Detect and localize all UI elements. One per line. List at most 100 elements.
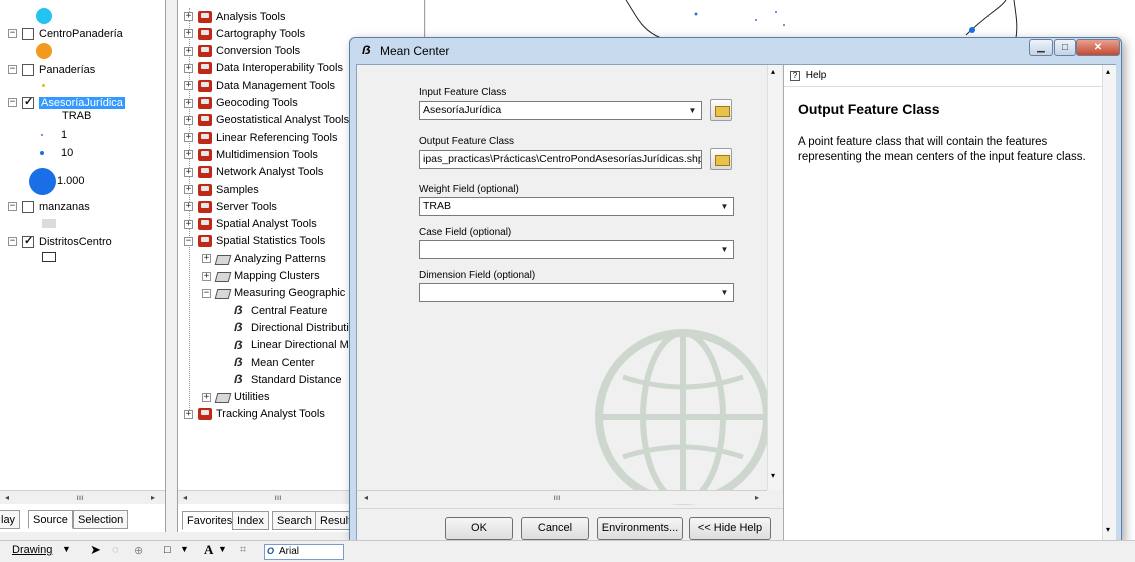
weight-field-select[interactable]: TRAB ▼	[419, 197, 734, 216]
edit-vertices-icon[interactable]: ⌗	[240, 544, 246, 557]
layer-visibility-checkbox[interactable]	[22, 27, 34, 40]
chevron-down-icon[interactable]: ▼	[62, 544, 71, 554]
browse-output-folder-icon[interactable]	[710, 148, 732, 170]
toolbox-item[interactable]: + Data Management Tools	[184, 77, 335, 94]
toolbox-item[interactable]: + Samples	[184, 181, 259, 198]
expand-icon[interactable]: −	[8, 237, 17, 246]
select-pointer-icon[interactable]: ➤	[90, 542, 101, 558]
expand-icon[interactable]: +	[184, 46, 193, 56]
toolset-item[interactable]: + Mapping Clusters	[202, 268, 320, 285]
expand-icon[interactable]: +	[184, 409, 193, 419]
scroll-down-icon[interactable]: ▾	[1106, 525, 1110, 534]
toolbox-item[interactable]: + Geostatistical Analyst Tools	[184, 112, 349, 129]
chevron-down-icon[interactable]: ▼	[180, 544, 189, 554]
input-feature-class-select[interactable]: AsesoríaJurídica ▼	[419, 101, 702, 120]
expand-icon[interactable]: +	[202, 271, 211, 281]
scroll-right-icon[interactable]: ▸	[146, 491, 160, 505]
vertical-scrollbar[interactable]: ▴ ▾	[767, 65, 781, 490]
chevron-down-icon[interactable]: ▼	[717, 285, 732, 300]
scroll-thumb-icon[interactable]: ııı	[537, 491, 577, 505]
scroll-thumb-icon[interactable]: ııı	[60, 491, 100, 505]
toolbox-item[interactable]: + Server Tools	[184, 198, 277, 215]
output-feature-class-field[interactable]: ipas_practicas\Prácticas\CentroPondAseso…	[419, 150, 702, 169]
scroll-thumb-icon[interactable]: ııı	[258, 491, 298, 505]
layer-name[interactable]: CentroPanadería	[39, 28, 123, 40]
scroll-right-icon[interactable]: ▸	[750, 491, 764, 505]
text-tool-icon[interactable]: A	[204, 542, 213, 558]
help-header[interactable]: ? Help	[784, 65, 1102, 87]
toolbox-item[interactable]: + Analysis Tools	[184, 8, 286, 25]
collapse-icon[interactable]: −	[184, 236, 193, 246]
close-button[interactable]: ✕	[1076, 39, 1120, 56]
expand-icon[interactable]: +	[184, 219, 193, 229]
toc-layer-row[interactable]: − DistritosCentro	[8, 233, 112, 250]
toc-layer-row[interactable]: − manzanas	[8, 198, 90, 215]
layer-visibility-checkbox[interactable]	[22, 234, 34, 248]
tool-item[interactable]: ẞ Directional Distribution	[234, 319, 361, 336]
expand-icon[interactable]: +	[184, 12, 193, 21]
layer-name[interactable]: DistritosCentro	[39, 236, 112, 248]
expand-icon[interactable]: +	[184, 98, 193, 108]
expand-icon[interactable]: −	[8, 98, 17, 107]
scroll-left-icon[interactable]: ◂	[359, 491, 373, 505]
expand-icon[interactable]: +	[202, 254, 211, 264]
toolbox-item[interactable]: + Spatial Analyst Tools	[184, 216, 317, 233]
tab-selection[interactable]: Selection	[73, 510, 129, 529]
tab-display[interactable]: lay	[0, 510, 21, 529]
expand-icon[interactable]: +	[202, 392, 211, 402]
dialog-titlebar[interactable]: ẞ Mean Center ▁ □ ✕	[350, 38, 1121, 64]
expand-icon[interactable]: +	[184, 63, 193, 73]
tool-item[interactable]: ẞ Standard Distance	[234, 371, 342, 388]
expand-icon[interactable]: +	[184, 115, 193, 125]
expand-icon[interactable]: −	[8, 65, 17, 74]
drawing-menu[interactable]: Drawing	[12, 544, 52, 556]
font-name-select[interactable]: O Arial	[264, 544, 344, 560]
cancel-button[interactable]: Cancel	[521, 517, 589, 540]
scroll-left-icon[interactable]: ◂	[0, 491, 14, 505]
tool-item[interactable]: ẞ Mean Center	[234, 354, 315, 371]
toolbox-item[interactable]: + Cartography Tools	[184, 25, 305, 42]
toolbox-item[interactable]: + Network Analyst Tools	[184, 164, 323, 181]
toolbox-item[interactable]: + Geocoding Tools	[184, 95, 298, 112]
tool-item[interactable]: ẞ Linear Directional Mean	[234, 337, 367, 354]
expand-icon[interactable]: +	[184, 150, 193, 160]
toolset-item[interactable]: + Utilities	[202, 389, 269, 406]
horizontal-scrollbar[interactable]: ◂ ııı ▸	[0, 490, 165, 504]
toolbox-item[interactable]: + Conversion Tools	[184, 43, 300, 60]
maximize-button[interactable]: □	[1054, 39, 1076, 56]
tab-source[interactable]: Source	[28, 510, 73, 529]
layer-name[interactable]: AsesoríaJurídica	[39, 96, 125, 109]
toc-layer-row[interactable]: − Panaderías	[8, 61, 95, 78]
scroll-down-icon[interactable]: ▾	[771, 471, 775, 480]
expand-icon[interactable]: +	[184, 185, 193, 194]
zoom-whole-page-icon[interactable]: ⊕	[134, 544, 143, 557]
tab-index[interactable]: Index	[232, 511, 269, 530]
scroll-up-icon[interactable]: ▴	[771, 67, 775, 76]
layer-visibility-checkbox[interactable]	[22, 63, 34, 76]
layer-name[interactable]: Panaderías	[39, 64, 95, 76]
expand-icon[interactable]: −	[8, 29, 17, 38]
chevron-down-icon[interactable]: ▼	[218, 544, 227, 554]
chevron-down-icon[interactable]: ▼	[717, 199, 732, 214]
collapse-icon[interactable]: −	[202, 288, 211, 298]
scroll-left-icon[interactable]: ◂	[178, 491, 192, 505]
case-field-select[interactable]: ▼	[419, 240, 734, 259]
layer-visibility-checkbox[interactable]	[22, 95, 34, 109]
chevron-down-icon[interactable]: ▼	[685, 103, 700, 118]
ok-button[interactable]: OK	[445, 517, 513, 540]
expand-icon[interactable]: +	[184, 167, 193, 177]
minimize-button[interactable]: ▁	[1029, 39, 1053, 56]
expand-icon[interactable]: +	[184, 81, 193, 91]
vertical-scrollbar[interactable]: ▴ ▾	[1102, 65, 1116, 542]
toolbox-item[interactable]: + Tracking Analyst Tools	[184, 406, 325, 423]
toolbox-item[interactable]: + Multidimension Tools	[184, 146, 318, 163]
expand-icon[interactable]: +	[184, 202, 193, 212]
toolbox-item[interactable]: − Spatial Statistics Tools	[184, 233, 325, 250]
toc-layer-row[interactable]: − CentroPanadería	[8, 25, 123, 42]
horizontal-scrollbar[interactable]: ◂ ııı ▸	[357, 490, 767, 504]
tool-item[interactable]: ẞ Central Feature	[234, 302, 327, 319]
rotate-icon[interactable]: ◌	[112, 544, 119, 556]
expand-icon[interactable]: +	[184, 133, 193, 143]
chevron-down-icon[interactable]: ▼	[717, 242, 732, 257]
tab-favorites[interactable]: Favorites	[182, 511, 238, 530]
